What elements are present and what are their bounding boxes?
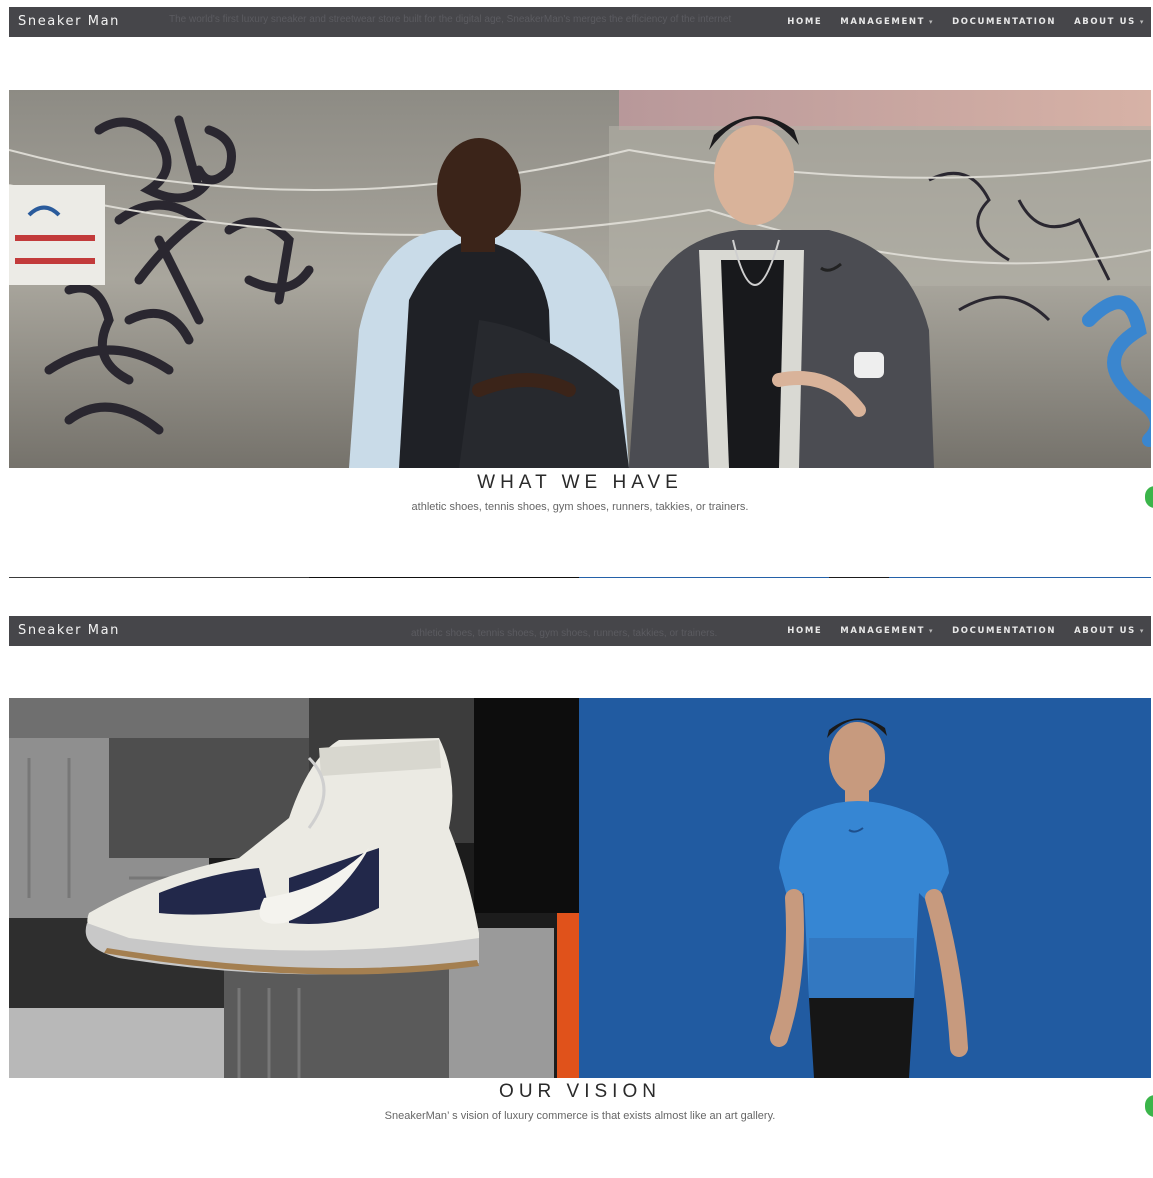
screen-what-we-have: The world's first luxury sneaker and str… <box>9 6 1151 578</box>
chevron-down-icon: ▾ <box>1139 18 1145 26</box>
hero-photo <box>9 698 1151 1078</box>
nav-item-label: DOCUMENTATION <box>952 17 1057 27</box>
section-subtitle: SneakerMan’ s vision of luxury commerce … <box>384 1110 776 1122</box>
nav-item-label: MANAGEMENT <box>840 17 925 27</box>
hero-image-graffiti-duo <box>9 90 1151 468</box>
nav-item-about-us[interactable]: ABOUT US ▾ <box>1074 17 1145 27</box>
nav-item-label: DOCUMENTATION <box>952 626 1057 636</box>
preview-strip-graphic <box>9 577 1151 578</box>
nav-menu: HOME MANAGEMENT ▾ DOCUMENTATION ABOUT US ▾ <box>787 17 1145 27</box>
hero-photo <box>9 90 1151 468</box>
nav-item-documentation[interactable]: DOCUMENTATION <box>952 626 1056 636</box>
nav-menu: HOME MANAGEMENT ▾ DOCUMENTATION ABOUT US ▾ <box>787 626 1145 636</box>
nav-item-label: ABOUT US <box>1074 17 1136 27</box>
nav-item-home[interactable]: HOME <box>787 626 822 636</box>
nav-item-management[interactable]: MANAGEMENT ▾ <box>840 17 934 27</box>
nav-item-label: HOME <box>787 17 823 27</box>
nav-item-management[interactable]: MANAGEMENT ▾ <box>840 626 934 636</box>
chevron-down-icon: ▾ <box>929 627 935 635</box>
hero-image-sneaker-model <box>9 698 1151 1078</box>
brand-logo[interactable]: Sneaker Man <box>18 623 120 638</box>
nav-item-home[interactable]: HOME <box>787 17 822 27</box>
section-title: WHAT WE HAVE <box>477 472 683 493</box>
nav-item-label: HOME <box>787 626 823 636</box>
ghost-scroll-text: The world's first luxury sneaker and str… <box>169 14 732 25</box>
screen-our-vision: athletic shoes, tennis shoes, gym shoes,… <box>9 616 1151 1178</box>
nav-item-about-us[interactable]: ABOUT US ▾ <box>1074 626 1145 636</box>
section-title: OUR VISION <box>499 1081 661 1102</box>
nav-item-label: MANAGEMENT <box>840 626 925 636</box>
ghost-scroll-text: athletic shoes, tennis shoes, gym shoes,… <box>411 628 718 639</box>
next-section-preview-strip <box>9 571 1151 578</box>
nav-item-documentation[interactable]: DOCUMENTATION <box>952 17 1056 27</box>
brand-logo[interactable]: Sneaker Man <box>18 14 120 29</box>
section-subtitle: athletic shoes, tennis shoes, gym shoes,… <box>411 501 749 513</box>
chevron-down-icon: ▾ <box>929 18 935 26</box>
chevron-down-icon: ▾ <box>1139 627 1145 635</box>
nav-item-label: ABOUT US <box>1074 626 1136 636</box>
